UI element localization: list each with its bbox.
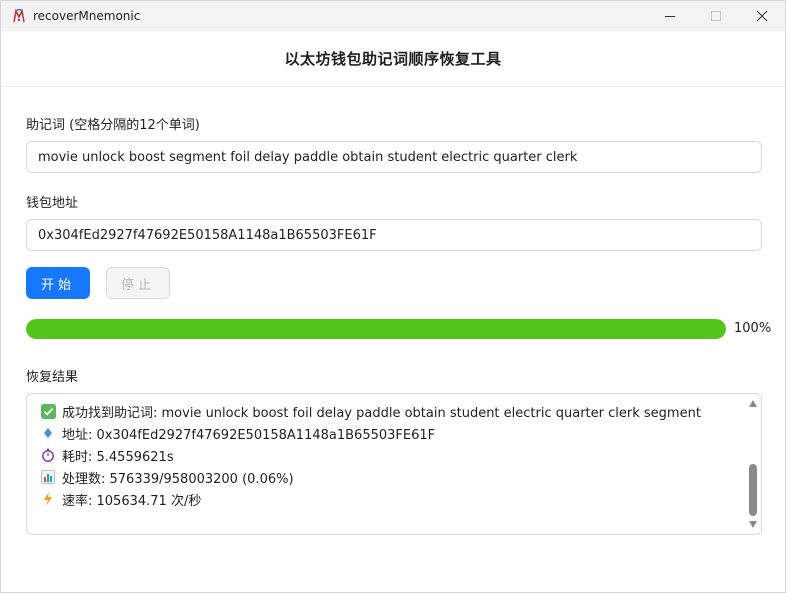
result-line-rate: 速率: 105634.71 次/秒 — [40, 488, 740, 510]
maximize-icon — [711, 11, 721, 21]
maximize-button[interactable] — [693, 1, 739, 31]
scroll-down-arrow-icon[interactable] — [749, 521, 757, 528]
stop-button[interactable]: 停止 — [106, 267, 170, 299]
address-label: 钱包地址 — [26, 196, 79, 211]
result-line-text: 成功找到助记词: movie unlock boost foil delay p… — [62, 405, 701, 421]
result-line-time: 耗时: 5.4559621s — [40, 444, 740, 466]
results-list: 成功找到助记词: movie unlock boost foil delay p… — [40, 400, 740, 510]
result-line-processed: 处理数: 576339/958003200 (0.06%) — [40, 466, 740, 488]
app-window: recoverMnemonic 以太坊钱包助记词顺序恢复工具 助记词 (空格分隔… — [0, 0, 786, 593]
page-title: 以太坊钱包助记词顺序恢复工具 — [284, 50, 502, 68]
check-mark-icon — [40, 403, 56, 419]
window-title: recoverMnemonic — [33, 9, 141, 23]
mnemonic-label: 助记词 (空格分隔的12个单词) — [26, 118, 200, 133]
scroll-thumb[interactable] — [749, 464, 757, 516]
result-line-text: 处理数: 576339/958003200 (0.06%) — [62, 471, 294, 487]
minimize-button[interactable] — [647, 1, 693, 31]
result-line-text: 耗时: 5.4559621s — [62, 449, 174, 465]
stopwatch-icon — [40, 447, 56, 463]
start-button[interactable]: 开始 — [26, 267, 90, 299]
result-line-text: 地址: 0x304fEd2927f47692E50158A1148a1B6550… — [62, 427, 436, 443]
results-label: 恢复结果 — [26, 370, 79, 385]
result-line-text: 速率: 105634.71 次/秒 — [62, 493, 202, 509]
diamond-icon — [40, 425, 56, 441]
close-button[interactable] — [739, 1, 785, 31]
result-line-address: 地址: 0x304fEd2927f47692E50158A1148a1B6550… — [40, 422, 740, 444]
mnemonic-input[interactable]: movie unlock boost segment foil delay pa… — [26, 141, 762, 173]
mnemonic-input-value: movie unlock boost segment foil delay pa… — [38, 149, 578, 165]
app-logo-icon — [11, 8, 27, 24]
scroll-up-arrow-icon[interactable] — [749, 400, 757, 407]
page-header: 以太坊钱包助记词顺序恢复工具 — [1, 31, 785, 87]
progress-percent: 100% — [734, 321, 772, 336]
progress-fill — [26, 319, 726, 339]
title-bar[interactable]: recoverMnemonic — [1, 1, 785, 31]
minimize-icon — [665, 15, 675, 17]
result-line-success: 成功找到助记词: movie unlock boost foil delay p… — [40, 400, 740, 422]
results-output[interactable]: 成功找到助记词: movie unlock boost foil delay p… — [26, 393, 762, 535]
address-input-value: 0x304fEd2927f47692E50158A1148a1B65503FE6… — [38, 227, 377, 243]
results-scrollbar[interactable] — [747, 396, 759, 532]
close-icon — [756, 10, 768, 22]
progress-bar — [26, 319, 726, 339]
address-input[interactable]: 0x304fEd2927f47692E50158A1148a1B65503FE6… — [26, 219, 762, 251]
lightning-icon — [40, 491, 56, 507]
bar-chart-icon — [40, 469, 56, 485]
